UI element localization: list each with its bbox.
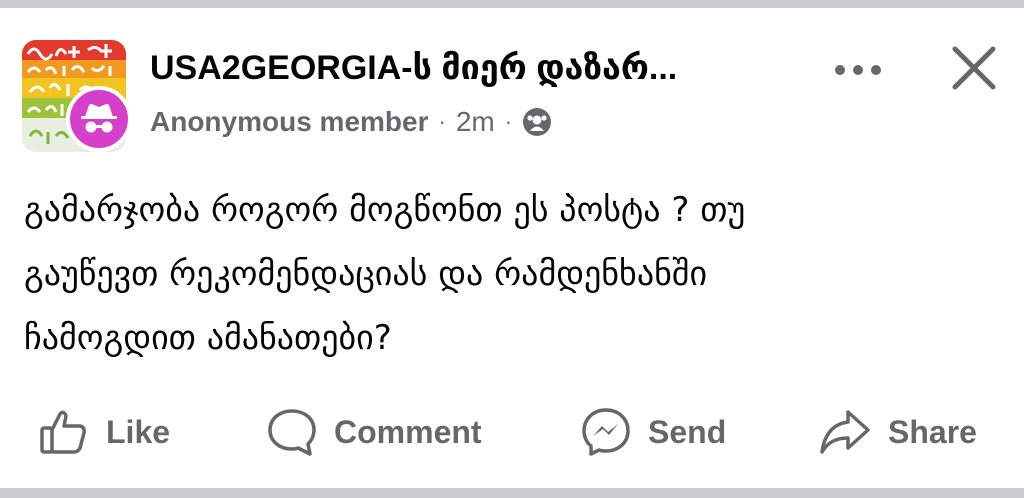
thumbs-up-icon bbox=[38, 406, 90, 458]
anonymous-member-avatar[interactable] bbox=[66, 86, 132, 152]
share-arrow-icon bbox=[818, 406, 872, 458]
post-body-line-1: გამარჯობა როგორ მოგწონთ ეს პოსტა ? თუ bbox=[24, 190, 746, 230]
bottom-divider bbox=[0, 488, 1024, 498]
group-members-icon bbox=[522, 107, 552, 137]
share-button[interactable]: Share bbox=[818, 402, 977, 462]
like-label: Like bbox=[106, 413, 171, 450]
anonymous-incognito-icon bbox=[81, 104, 117, 133]
post-body-line-3: ჩამოგდით ამანათები? bbox=[24, 318, 392, 358]
author-name[interactable]: Anonymous member bbox=[150, 106, 429, 138]
more-options-button[interactable] bbox=[826, 48, 890, 92]
send-label: Send bbox=[648, 413, 727, 450]
like-button[interactable]: Like bbox=[38, 402, 170, 462]
comment-button[interactable]: Comment bbox=[266, 402, 482, 462]
post-body-line-2: გაუწევთ რეკომენდაციას და რამდენხანში bbox=[24, 254, 708, 294]
send-button[interactable]: Send bbox=[580, 402, 726, 462]
post-card: USA2GEORGIA-ს მიერ დაზარ... Anonymous me… bbox=[0, 8, 1024, 488]
share-label: Share bbox=[888, 413, 977, 450]
comment-bubble-icon bbox=[266, 406, 318, 458]
meta-separator: · bbox=[438, 109, 446, 134]
messenger-icon bbox=[580, 406, 632, 458]
post-time[interactable]: 2m bbox=[456, 106, 495, 138]
group-name-link[interactable]: USA2GEORGIA-ს მიერ დაზარ... bbox=[150, 46, 810, 90]
post-body: გამარჯობა როგორ მოგწონთ ეს პოსტა ? თუ გა… bbox=[24, 178, 994, 370]
meta-separator-2: · bbox=[504, 109, 513, 134]
hide-post-button[interactable] bbox=[944, 38, 1004, 98]
more-dots-icon bbox=[835, 65, 881, 75]
top-divider bbox=[0, 0, 1024, 8]
post-meta: Anonymous member · 2m · bbox=[150, 102, 552, 142]
comment-label: Comment bbox=[334, 413, 482, 450]
close-icon bbox=[952, 46, 996, 90]
